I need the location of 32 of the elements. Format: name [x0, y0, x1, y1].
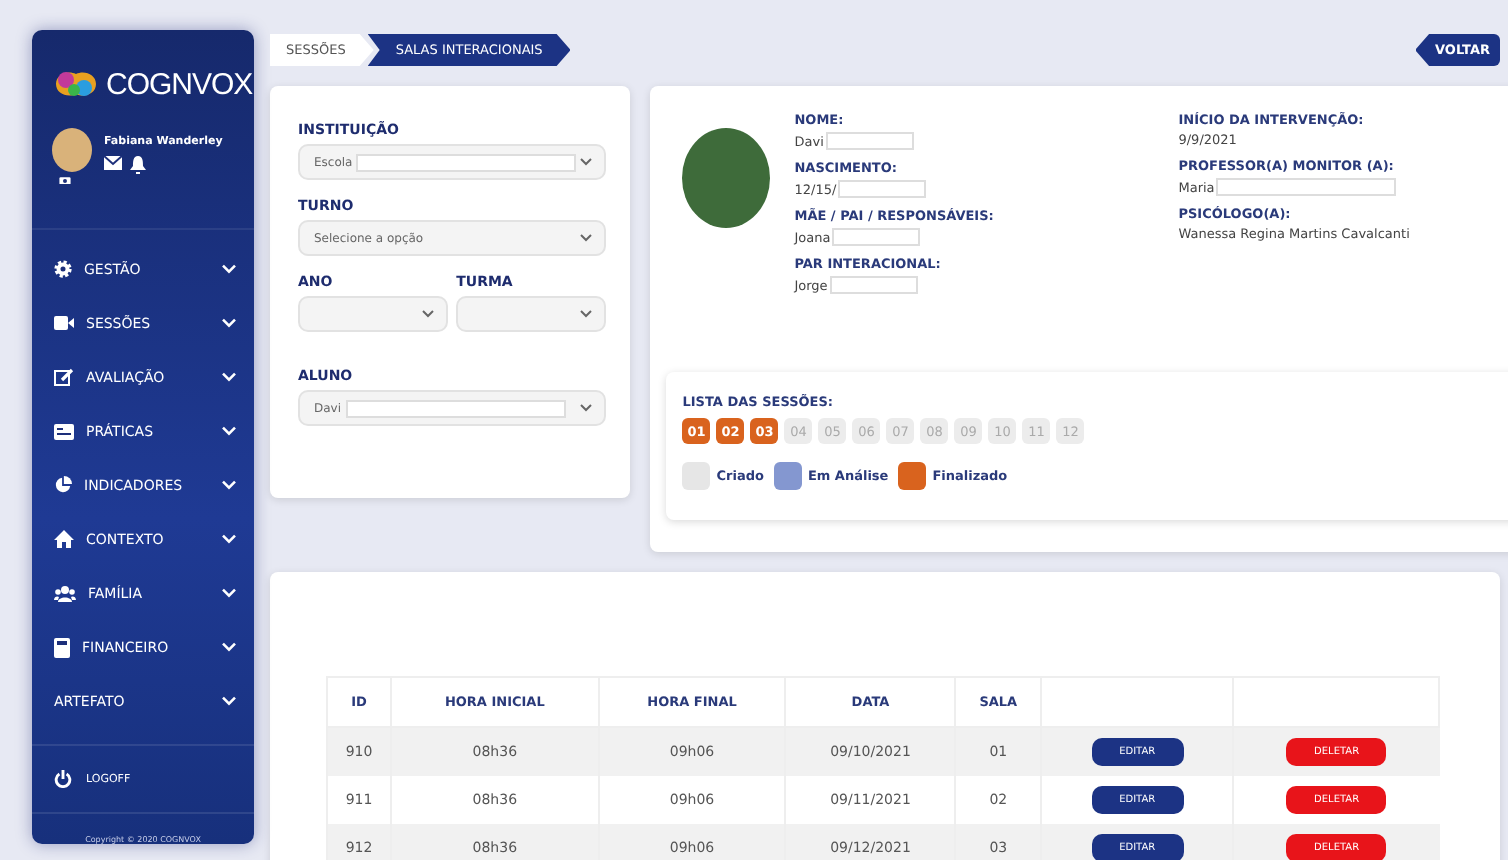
avatar	[52, 127, 92, 172]
select-field[interactable]	[456, 296, 607, 332]
chevron-down-icon	[222, 372, 236, 382]
chevron-down-icon	[580, 158, 593, 166]
photo-placeholder	[682, 128, 771, 228]
home-icon	[54, 530, 74, 548]
chevron-down-icon	[580, 404, 593, 412]
chevron-down-icon	[580, 234, 593, 242]
chevron-down-icon	[222, 696, 236, 706]
mail-icon[interactable]	[104, 155, 122, 170]
pie-chart-icon	[54, 476, 72, 494]
chevron-down-icon	[222, 264, 236, 274]
power-icon	[54, 770, 72, 788]
select-field[interactable]	[298, 296, 449, 332]
video-camera-icon	[54, 316, 74, 330]
chevron-down-icon	[222, 588, 236, 598]
chevron-down-icon	[222, 534, 236, 544]
chevron-down-icon	[580, 310, 593, 318]
chevron-down-icon	[222, 480, 236, 490]
camera-icon[interactable]	[56, 175, 74, 184]
logo-icon	[52, 68, 100, 101]
logo-text: COGNVOX	[106, 67, 253, 102]
edit-icon	[54, 368, 74, 386]
card-icon	[54, 423, 74, 439]
calculator-icon	[54, 637, 70, 657]
bell-icon[interactable]	[130, 155, 146, 174]
chevron-down-icon	[422, 310, 435, 318]
gear-icon	[54, 260, 72, 278]
chevron-down-icon	[222, 642, 236, 652]
users-icon	[54, 585, 76, 601]
chevron-down-icon	[222, 426, 236, 436]
chevron-down-icon	[222, 318, 236, 328]
